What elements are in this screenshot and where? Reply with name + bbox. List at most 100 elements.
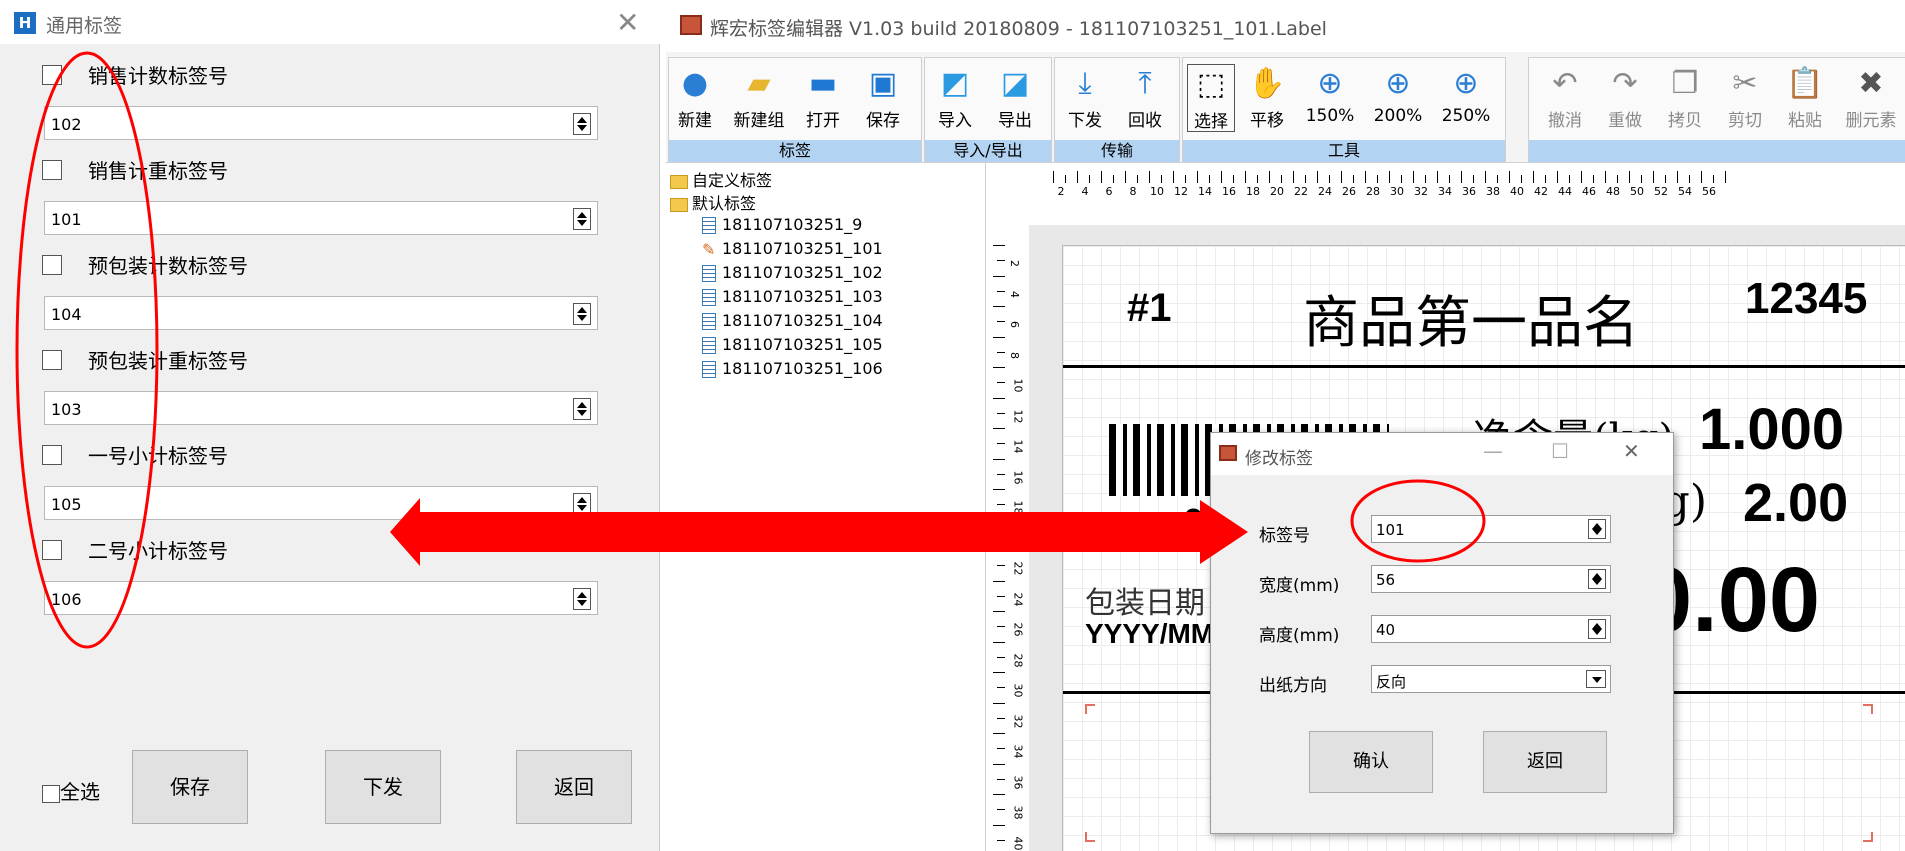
select-button[interactable]: ⬚ 选择: [1187, 64, 1235, 132]
general-label-dialog: H 通用标签 ✕ 销售计数标签号 102 销售计重标签号 101 预包装计数标签…: [0, 0, 660, 851]
label-no-input[interactable]: 101: [1371, 515, 1611, 543]
ruler-tick: [1593, 175, 1594, 183]
label-number[interactable]: #1: [1127, 286, 1172, 331]
checkbox[interactable]: [42, 539, 62, 560]
tree-item[interactable]: 181107103251_102: [702, 263, 883, 282]
divider-line: [1063, 365, 1905, 368]
send-download-button[interactable]: ⤓ 下发: [1061, 64, 1109, 134]
zoom-250-button[interactable]: ⊕ 250%: [1437, 64, 1495, 134]
ruler-tick: [1257, 175, 1258, 183]
open-button[interactable]: ▬ 打开: [799, 64, 847, 134]
zoom-150-icon: ⊕: [1317, 66, 1343, 101]
unit-price-value[interactable]: 2.00: [1743, 472, 1848, 534]
cut-button[interactable]: ✂ 剪切: [1721, 64, 1769, 134]
tree-label: 自定义标签: [692, 171, 773, 190]
subtotal-1-input[interactable]: 105: [44, 486, 598, 520]
checkbox[interactable]: [42, 784, 60, 803]
new-group-button[interactable]: ▰ 新建组: [729, 64, 789, 134]
spin-stepper-icon[interactable]: [1588, 519, 1606, 539]
ribbon-group-edit: ↶ 撤消 ↷ 重做 ❐ 拷贝 ✂ 剪切 📋 粘贴 ✖ 删元素: [1528, 57, 1905, 163]
spin-stepper-icon[interactable]: [1588, 619, 1606, 639]
field-value: 103: [51, 400, 82, 419]
pack-date-label[interactable]: 包装日期: [1085, 578, 1205, 622]
sale-count-input[interactable]: 102: [44, 106, 598, 140]
save-file-button[interactable]: ▣ 保存: [859, 64, 907, 134]
field-value: 102: [51, 115, 82, 134]
product-name[interactable]: 商品第一品名: [1303, 278, 1639, 359]
prepack-count-input[interactable]: 104: [44, 296, 598, 330]
zoom-200-button[interactable]: ⊕ 200%: [1369, 64, 1427, 134]
delete-element-button[interactable]: ✖ 删元素: [1841, 64, 1901, 134]
product-code[interactable]: 12345: [1745, 274, 1867, 324]
confirm-button[interactable]: 确认: [1309, 731, 1433, 793]
checkbox[interactable]: [42, 254, 62, 275]
pan-button[interactable]: ✋ 平移: [1243, 64, 1291, 134]
checkbox[interactable]: [42, 159, 62, 180]
ruler-tick: [997, 382, 1005, 384]
spin-stepper-icon[interactable]: [573, 208, 591, 230]
subtotal-2-input[interactable]: 106: [44, 581, 598, 615]
direction-label: 出纸方向: [1259, 676, 1327, 696]
tree-item[interactable]: 181107103251_104: [702, 311, 883, 330]
spin-stepper-icon[interactable]: [573, 113, 591, 135]
undo-button[interactable]: ↶ 撤消: [1541, 64, 1589, 134]
width-input[interactable]: 56: [1371, 565, 1611, 593]
import-button[interactable]: ◩ 导入: [931, 64, 979, 134]
save-button[interactable]: 保存: [132, 750, 248, 824]
tree-item[interactable]: 181107103251_105: [702, 335, 883, 354]
ruler-tick: [1161, 175, 1162, 183]
spin-stepper-icon[interactable]: [573, 303, 591, 325]
field-value: 反向: [1376, 673, 1407, 691]
ruler-tick: [997, 260, 1005, 262]
minimize-icon[interactable]: —: [1483, 439, 1503, 463]
paste-button[interactable]: 📋 粘贴: [1781, 64, 1829, 134]
button-label: 新建: [678, 111, 712, 131]
document-icon: [702, 217, 716, 234]
ruler-tick: [1665, 175, 1666, 183]
recall-button[interactable]: ⤒ 回收: [1121, 64, 1169, 134]
tree-item-active[interactable]: ✎ 181107103251_101: [702, 239, 883, 258]
checkbox[interactable]: [42, 444, 62, 465]
field-row-subtotal-2: 二号小计标签号: [42, 535, 602, 564]
spin-stepper-icon[interactable]: [573, 398, 591, 420]
tree-item[interactable]: 181107103251_103: [702, 287, 883, 306]
back-button[interactable]: 返回: [516, 750, 632, 824]
field-label: 销售计重标签号: [88, 159, 228, 183]
direction-select[interactable]: 反向: [1371, 665, 1611, 693]
new-button[interactable]: ● 新建: [671, 64, 719, 134]
checkbox[interactable]: [42, 349, 62, 370]
send-button[interactable]: 下发: [325, 750, 441, 824]
checkbox[interactable]: [42, 64, 62, 85]
spin-stepper-icon[interactable]: [1588, 569, 1606, 589]
ruler-tick: [997, 839, 1005, 841]
spin-stepper-icon[interactable]: [573, 493, 591, 515]
ribbon-group-tools: ⬚ 选择 ✋ 平移 ⊕ 150% ⊕ 200% ⊕ 250% 工具: [1182, 57, 1506, 163]
select-all-checkbox[interactable]: 全选: [42, 776, 100, 805]
date-format-text[interactable]: YYYY/MM: [1085, 618, 1214, 650]
maximize-icon[interactable]: ☐: [1551, 439, 1569, 463]
back-button[interactable]: 返回: [1483, 731, 1607, 793]
ruler-tick: [1485, 171, 1486, 183]
copy-button[interactable]: ❐ 拷贝: [1661, 64, 1709, 134]
tree-item[interactable]: 181107103251_106: [702, 359, 883, 378]
sale-weight-input[interactable]: 101: [44, 201, 598, 235]
tree-folder-default[interactable]: 默认标签: [670, 190, 756, 214]
close-icon[interactable]: ✕: [1623, 439, 1640, 463]
weight-value[interactable]: 1.000: [1699, 396, 1844, 463]
field-value: 106: [51, 590, 82, 609]
height-input[interactable]: 40: [1371, 615, 1611, 643]
ruler-tick: [997, 809, 1005, 811]
export-button[interactable]: ◪ 导出: [991, 64, 1039, 134]
chevron-down-icon[interactable]: [1586, 670, 1606, 688]
spin-stepper-icon[interactable]: [573, 588, 591, 610]
tree-folder-custom[interactable]: 自定义标签: [670, 167, 772, 191]
redo-button[interactable]: ↷ 重做: [1601, 64, 1649, 134]
ruler-tick: [993, 641, 1005, 643]
close-icon[interactable]: ✕: [616, 6, 639, 39]
tree-item[interactable]: 181107103251_9: [702, 215, 862, 234]
field-value: 101: [51, 210, 82, 229]
zoom-150-button[interactable]: ⊕ 150%: [1301, 64, 1359, 134]
prepack-weight-input[interactable]: 103: [44, 391, 598, 425]
new-icon: ●: [681, 66, 709, 101]
app-icon: [680, 15, 702, 35]
